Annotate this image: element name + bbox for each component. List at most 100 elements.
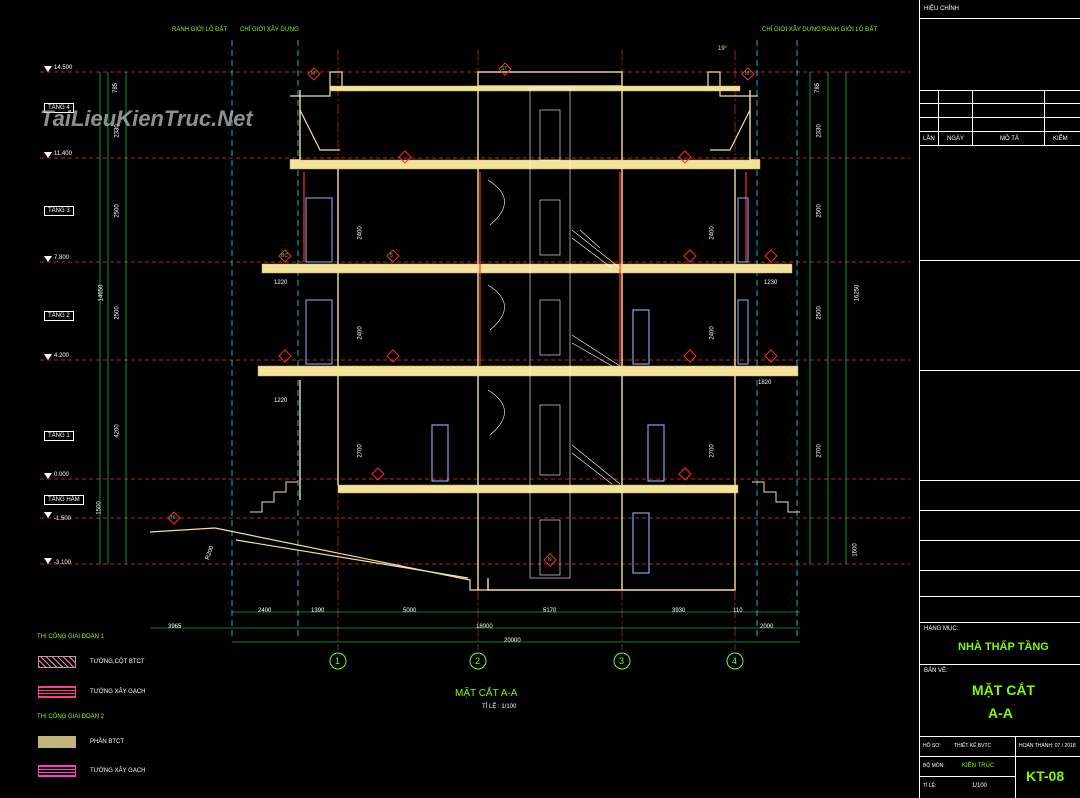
ti-le: 1/100 (972, 783, 988, 789)
width-dim-3: 1220 (274, 398, 288, 404)
right-dim-5: 2700 (816, 444, 823, 458)
legend-item-4: TƯỜNG XÂY GẠCH (90, 768, 146, 774)
legend-swatch-brick2 (38, 765, 76, 777)
windows (305, 197, 749, 365)
title-block: HIỆU CHỈNH LẦN NGÀY MÔ TẢ KIỂM HẠNG MỤC:… (919, 0, 1080, 798)
ti-le-label: TỈ LỆ: (923, 783, 937, 789)
ban-ve-label: BẢN VẼ: (924, 668, 948, 674)
left-dim-5: 4200 (114, 424, 121, 438)
width-dim-2: 1230 (764, 280, 778, 286)
tag-m-right: M (745, 71, 750, 77)
axis-bubbles (329, 652, 744, 670)
inner-dim-4: 2400 (709, 226, 716, 240)
right-dim-3: 2500 (816, 204, 823, 218)
bottom-dim-4: 5170 (543, 608, 557, 614)
legend-item-1: TƯỜNG,CỘT BTCT (90, 659, 145, 665)
setback-right-label: CHỈ GIỚI XÂY DỰNG (762, 27, 821, 33)
right-dim-2: 2330 (816, 124, 823, 138)
axis-label-1: 1 (335, 656, 341, 666)
ho-so-label: HỒ SƠ: (923, 743, 941, 749)
drawing-title: MẶT CẮT A-A (455, 688, 518, 699)
legend-item-2: TƯỜNG XÂY GẠCH (90, 689, 146, 695)
level-label-2: 11.400 (54, 151, 72, 157)
left-dim-total: 14650 (98, 284, 105, 302)
level-label-6: -1.500 (54, 516, 72, 522)
left-dim-1: 785 (113, 82, 120, 94)
boundary-lines (231, 40, 798, 640)
drawing-scale: TỈ LỆ : 1/100 (482, 704, 517, 710)
tag-5: 5 (390, 253, 393, 259)
right-dim-1: 785 (815, 82, 822, 94)
col-kiem: KIỂM (1053, 136, 1068, 142)
floor-label-basement: TẦNG HẦM (44, 495, 84, 505)
setback-left-label: CHỈ GIỚI XÂY DỰNG (240, 27, 299, 33)
total-dim: 20000 (504, 638, 521, 644)
hang-muc: NHÀ THẤP TẦNG (958, 641, 1049, 653)
stairs (487, 179, 621, 485)
right-dim-6: 1600 (852, 543, 859, 557)
inner-dim-5: 2400 (709, 326, 716, 340)
legend-item-3: PHẦN BTCT (90, 739, 125, 745)
inner-dim-1: 2400 (357, 226, 364, 240)
legend-phase2: THI CÔNG GIAI ĐOẠN 2 (37, 714, 105, 720)
legend-swatch-brick (38, 686, 76, 698)
bottom-dim-7: 3965 (168, 624, 182, 630)
bottom-dim-3: 5000 (403, 608, 417, 614)
bottom-dim-1: 2400 (258, 608, 272, 614)
doors (431, 309, 665, 574)
boundary-right-label: RANH GIỚI LÔ ĐẤT (822, 27, 878, 33)
width-dim-4: 1820 (758, 380, 772, 386)
bottom-dim-8: 18000 (476, 624, 493, 630)
legend-swatch-rc2 (38, 736, 76, 748)
col-lan: LẦN (923, 136, 935, 142)
basement-ramp (149, 527, 488, 591)
legend-phase1: THI CÔNG GIAI ĐOẠN 1 (37, 634, 105, 640)
ho-so: THIẾT KẾ BVTC (954, 743, 992, 749)
bo-mon: KIẾN TRÚC (962, 763, 995, 769)
level-label-5: 0.000 (54, 472, 70, 478)
floor-slabs (257, 85, 799, 494)
floor-label-3: TẦNG 3 (44, 206, 74, 216)
tag-bc: BC (281, 253, 288, 259)
axis-label-3: 3 (619, 656, 625, 666)
inner-dim-6: 2700 (709, 444, 716, 458)
left-dim-4: 2500 (114, 306, 121, 320)
watermark: TaiLieuKienTruc.Net (40, 106, 253, 131)
sheet-number: KT-08 (1026, 768, 1065, 784)
bo-mon-label: BỘ MÔN: (923, 763, 945, 769)
inner-dim-2: 2400 (357, 326, 364, 340)
left-dim-3: 2500 (114, 204, 121, 218)
axis-label-2: 2 (475, 656, 481, 666)
ban-ve-1: MẶT CẮT (972, 682, 1035, 698)
ban-ve-2: A-A (988, 705, 1013, 721)
right-dim-4: 2500 (816, 306, 823, 320)
floor-label-1: TẦNG 1 (44, 431, 74, 441)
level-label-4: 4.200 (54, 353, 70, 359)
axis-label-4: 4 (732, 656, 738, 666)
level-label-3: 7.800 (54, 255, 70, 261)
tag-h: H (171, 515, 175, 521)
tag-m-left: M (311, 71, 316, 77)
tag-n: N (548, 557, 552, 563)
floor-label-2: TẦNG 2 (44, 311, 74, 321)
bottom-dim-5: 3930 (672, 608, 686, 614)
axis-lines (337, 50, 736, 650)
level-label-7: -3.100 (54, 560, 72, 566)
bottom-dim-2: 1390 (311, 608, 325, 614)
angle-label: 19° (718, 46, 728, 52)
roof-parapet (290, 71, 758, 151)
right-dim-total: 16250 (854, 284, 861, 302)
inner-dim-3: 2700 (357, 444, 364, 458)
legend-swatch-rc (38, 656, 76, 668)
revision-label: HIỆU CHỈNH (924, 6, 960, 12)
bottom-dim-6: 110 (733, 608, 743, 614)
level-label-1: 14.500 (54, 65, 73, 71)
width-dim-1: 1220 (274, 280, 288, 286)
col-ngay: NGÀY (947, 136, 965, 142)
hang-muc-label: HẠNG MỤC: (924, 626, 959, 632)
hoan-thanh: HOÀN THÀNH: 07 / 2018 (1019, 743, 1076, 749)
boundary-left-label: RANH GIỚI LÔ ĐẤT (172, 27, 228, 33)
col-mota: MÔ TẢ (1000, 136, 1019, 142)
tag-st: ST (501, 66, 508, 72)
left-dim-6: 1500 (96, 501, 103, 515)
